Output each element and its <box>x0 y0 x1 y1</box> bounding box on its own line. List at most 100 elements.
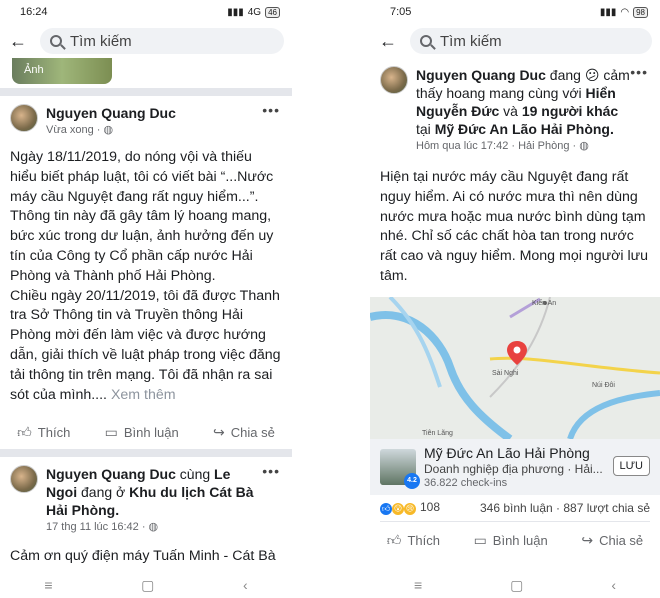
post-paragraph-1: Hiện tại nước máy cầu Nguyệt đang rất ng… <box>380 169 649 284</box>
like-button[interactable]: 👍︎ Thích <box>387 532 440 549</box>
top-bar: ← Tìm kiếm <box>370 24 660 58</box>
post-paragraph-1: Ngày 18/11/2019, do nóng vội và thiếu hi… <box>10 149 274 284</box>
status-time: 16:24 <box>20 6 48 18</box>
wifi-icon: ◠ <box>620 6 630 18</box>
post-paragraph-1: Cảm ơn quý điện máy Tuấn Minh - Cát Bà <box>10 548 276 565</box>
comment-icon: ▭ <box>104 423 118 440</box>
reaction-count: 108 <box>420 500 441 515</box>
photo-label: Ảnh <box>24 64 44 76</box>
post-header: Nguyen Quang Duc đang 😕 cảm thấy hoang m… <box>370 58 660 152</box>
post-author[interactable]: Nguyen Quang Duc <box>416 67 546 83</box>
share-count[interactable]: 887 lượt chia sẻ <box>563 501 650 515</box>
like-label: Thích <box>37 424 71 440</box>
share-label: Chia sẻ <box>599 533 644 549</box>
map-label-kien-an: Kiến An <box>532 298 556 307</box>
map-label-sai-nghi: Sài Nghi <box>492 370 519 377</box>
more-dots-icon[interactable]: ••• <box>630 64 648 80</box>
more-dots-icon[interactable]: ••• <box>262 463 280 479</box>
avatar[interactable] <box>10 104 38 132</box>
thumbs-up-icon: 👍︎ <box>386 532 402 549</box>
arrow-left-icon[interactable]: ← <box>8 31 28 52</box>
comment-label: Bình luận <box>123 424 179 440</box>
post-time[interactable]: Hôm qua lúc 17:42 · Hải Phòng · <box>416 140 579 152</box>
confused-emoji-icon: 😕 <box>584 67 600 83</box>
thumbs-up-icon: 👍︎ <box>17 423 32 440</box>
share-button[interactable]: ↪ Chia sẻ <box>581 532 643 549</box>
save-button[interactable]: LƯU <box>612 455 650 476</box>
reactions-row: 👍︎ 😮 😢 108 346 bình luận · 887 lượt chia s… <box>370 495 660 521</box>
comment-button[interactable]: ▭ Bình luận <box>105 424 179 441</box>
status-time: 7:05 <box>390 6 412 18</box>
at-word: đang ở <box>77 484 130 501</box>
battery-icon: 98 <box>633 6 648 18</box>
globe-icon: ◍ <box>103 124 114 136</box>
post-actions: 👍︎ Thích ▭ Bình luận ↪ Chia sẻ <box>0 415 292 449</box>
post-paragraph-2: Chiều ngày 20/11/2019, tôi đã được Thanh… <box>10 287 281 403</box>
post-body: Hiện tại nước máy cầu Nguyệt đang rất ng… <box>370 152 660 287</box>
system-nav-bar: ≡ ▢ ‹ <box>0 572 292 598</box>
tagged-others[interactable]: 19 người khác <box>522 103 618 119</box>
system-nav-bar: ≡ ▢ ‹ <box>370 572 660 598</box>
location-map[interactable]: Kiến An Sài Nghi Núi Đôi Tiên Lãng <box>370 296 660 439</box>
menu-icon[interactable]: ≡ <box>44 577 52 593</box>
separator <box>0 449 292 458</box>
post-body: Ngày 18/11/2019, do nóng vội và thiếu hi… <box>0 136 292 405</box>
like-label: Thích <box>407 533 440 549</box>
comment-icon: ▭ <box>473 532 487 549</box>
back-nav-icon[interactable]: ‹ <box>611 577 616 593</box>
avatar[interactable] <box>380 66 408 94</box>
dot-separator: · <box>552 500 564 515</box>
share-icon: ↪ <box>213 423 225 440</box>
post-time[interactable]: 17 thg 11 lúc 16:42 · <box>46 521 149 533</box>
map-label-tien-lang: Tiên Lãng <box>422 430 453 437</box>
reaction-summary[interactable]: 👍︎ 😮 😢 108 <box>380 500 441 516</box>
search-input[interactable]: Tìm kiếm <box>410 28 652 54</box>
comment-count[interactable]: 346 bình luận <box>480 501 553 515</box>
with-word: cùng <box>175 466 215 483</box>
more-dots-icon[interactable]: ••• <box>262 102 280 118</box>
share-button[interactable]: ↪ Chia sẻ <box>213 424 275 441</box>
home-icon[interactable]: ▢ <box>141 577 154 594</box>
back-nav-icon[interactable]: ‹ <box>243 577 248 593</box>
post-actions: 👍︎ Thích ▭ Bình luận ↪ Chia sẻ <box>370 524 660 558</box>
photo-thumbnail[interactable]: Ảnh <box>12 58 112 84</box>
post-body: Cảm ơn quý điện máy Tuấn Minh - Cát Bà <box>0 533 292 567</box>
and-word: và <box>499 103 522 119</box>
signal-icon: ▮▮▮ <box>227 6 244 18</box>
globe-icon: ◍ <box>148 521 159 534</box>
place-thumbnail: 4.2 <box>380 448 420 489</box>
post-time[interactable]: Vừa xong · <box>46 124 104 136</box>
place-card[interactable]: 4.2 Mỹ Đức An Lão Hải Phòng Doanh nghiệp… <box>370 438 660 495</box>
post-author[interactable]: Nguyen Quang Duc <box>46 105 176 121</box>
post-header: Nguyen Quang Duc Vừa xong · ◍ ••• <box>0 96 292 136</box>
status-bar: 7:05 ▮▮▮ ◠ 98 <box>370 0 660 24</box>
wow-reaction-icon: 😮 <box>392 503 404 516</box>
like-button[interactable]: 👍︎ Thích <box>17 424 70 441</box>
map-label-nui-doi: Núi Đôi <box>592 382 615 389</box>
avatar[interactable] <box>10 465 38 494</box>
globe-icon: ◍ <box>579 140 589 152</box>
separator <box>0 88 292 96</box>
feeling-word: đang <box>545 67 585 83</box>
comment-button[interactable]: ▭ Bình luận <box>474 532 548 549</box>
arrow-left-icon[interactable]: ← <box>378 31 398 52</box>
post-author[interactable]: Nguyen Quang Duc <box>46 466 176 482</box>
see-more-link[interactable]: Xem thêm <box>107 387 176 403</box>
post-header: Nguyen Quang Duc cùng Le Ngoi đang ở Khu… <box>0 457 292 533</box>
sad-reaction-icon: 😢 <box>404 503 416 516</box>
place-checkins: 36.822 check-ins <box>424 476 508 489</box>
top-bar: ← Tìm kiếm <box>0 24 292 58</box>
search-input[interactable]: Tìm kiếm <box>40 28 284 54</box>
left-phone: 16:24 ▮▮▮ 4G 46 ← Tìm kiếm Ảnh Nguyen Qu… <box>0 0 292 598</box>
place-name[interactable]: Mỹ Đức An Lão Hải Phòng <box>424 445 603 462</box>
comment-label: Bình luận <box>492 533 548 549</box>
battery-icon: 46 <box>265 6 280 18</box>
checkin-place[interactable]: Mỹ Đức An Lão Hải Phòng. <box>435 121 614 137</box>
search-placeholder: Tìm kiếm <box>440 32 502 50</box>
signal-icon: ▮▮▮ <box>599 6 617 18</box>
home-icon[interactable]: ▢ <box>510 577 523 594</box>
share-icon: ↪ <box>581 532 594 549</box>
menu-icon[interactable]: ≡ <box>414 577 422 593</box>
status-bar: 16:24 ▮▮▮ 4G 46 <box>0 0 292 24</box>
share-label: Chia sẻ <box>230 424 275 440</box>
